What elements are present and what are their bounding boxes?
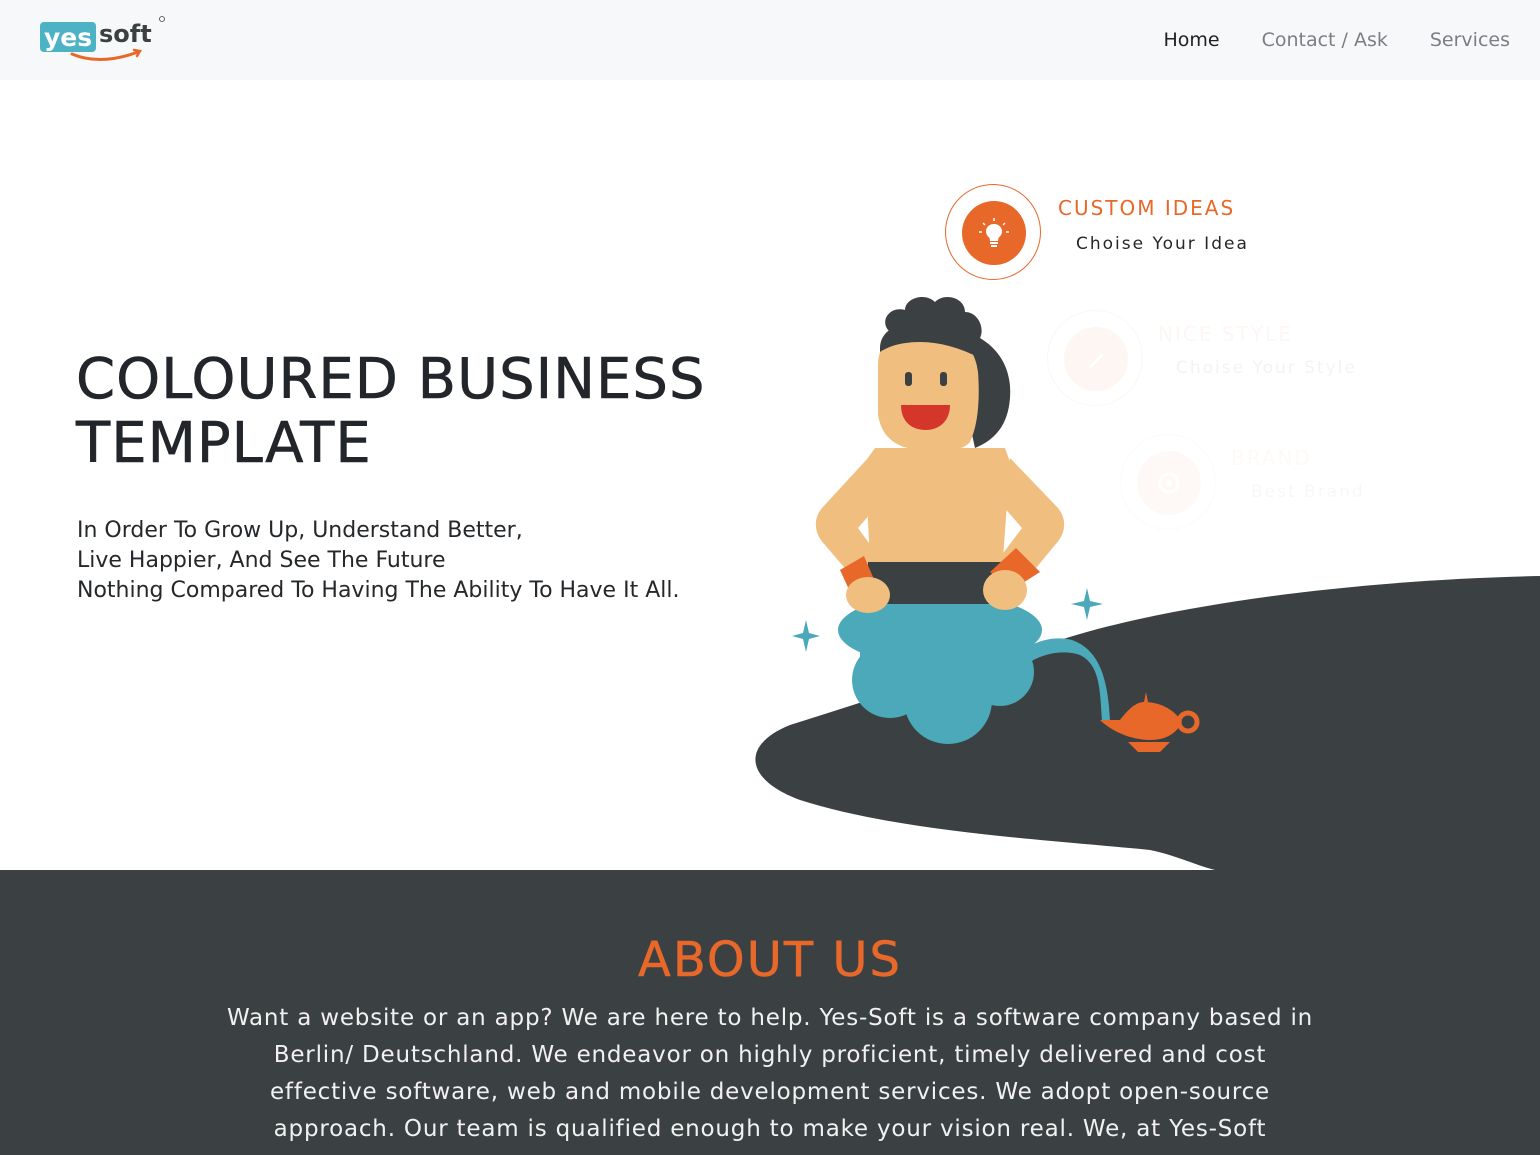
navbar: yes soft Home Contact / Ask Services bbox=[0, 0, 1540, 80]
hero-title-line1: COLOURED BUSINESS bbox=[76, 347, 706, 412]
lightbulb-icon bbox=[962, 201, 1026, 265]
sparkle-left bbox=[792, 620, 820, 652]
about-text-line4: approach. Our team is qualified enough t… bbox=[273, 1116, 1267, 1142]
hero-subtitle-line3: Nothing Compared To Having The Ability T… bbox=[77, 578, 680, 603]
about-section: ABOUT US Want a website or an app? We ar… bbox=[0, 870, 1540, 1155]
hero-title: COLOURED BUSINESS TEMPLATE bbox=[76, 347, 756, 476]
genie-eye-right bbox=[940, 372, 947, 386]
about-text-line1: Want a website or an app? We are here to… bbox=[226, 1005, 1314, 1031]
main-nav: Home Contact / Ask Services bbox=[1163, 27, 1510, 53]
nav-home[interactable]: Home bbox=[1163, 27, 1219, 53]
genie-eye-left bbox=[905, 372, 912, 386]
nav-contact-ask[interactable]: Contact / Ask bbox=[1262, 27, 1388, 53]
feature-ring bbox=[945, 184, 1041, 280]
feature-subtitle: Best Brand bbox=[1251, 482, 1365, 502]
sparkle-right bbox=[1071, 588, 1103, 620]
hero-subtitle: In Order To Grow Up, Understand Better, … bbox=[77, 516, 777, 606]
feature-title: BRAND bbox=[1231, 446, 1312, 470]
feature-title: NICE STYLE bbox=[1158, 322, 1293, 346]
feature-subtitle: Choise Your Idea bbox=[1076, 234, 1249, 254]
feature-title: CUSTOM IDEAS bbox=[1058, 196, 1236, 220]
about-text: Want a website or an app? We are here to… bbox=[200, 1000, 1340, 1148]
about-text-line3: effective software, web and mobile devel… bbox=[269, 1079, 1271, 1105]
feature-ring bbox=[1047, 310, 1143, 406]
logo-yes-text: yes bbox=[44, 23, 92, 52]
feature-subtitle: Choise Your Style bbox=[1176, 358, 1357, 378]
yessoft-logo[interactable]: yes soft bbox=[38, 14, 168, 66]
hero-title-line2: TEMPLATE bbox=[76, 411, 372, 476]
target-icon bbox=[1137, 451, 1201, 515]
hero-section: COLOURED BUSINESS TEMPLATE In Order To G… bbox=[0, 80, 1540, 870]
about-text-line2: Berlin/ Deutschland. We endeavor on high… bbox=[273, 1042, 1267, 1068]
about-title: ABOUT US bbox=[637, 932, 902, 989]
feature-ring bbox=[1120, 434, 1216, 530]
hero-subtitle-line1: In Order To Grow Up, Understand Better, bbox=[77, 518, 523, 543]
pencil-icon bbox=[1064, 327, 1128, 391]
nav-services[interactable]: Services bbox=[1430, 27, 1510, 53]
logo-soft-text: soft bbox=[99, 20, 152, 48]
hero-subtitle-line2: Live Happier, And See The Future bbox=[77, 548, 446, 573]
